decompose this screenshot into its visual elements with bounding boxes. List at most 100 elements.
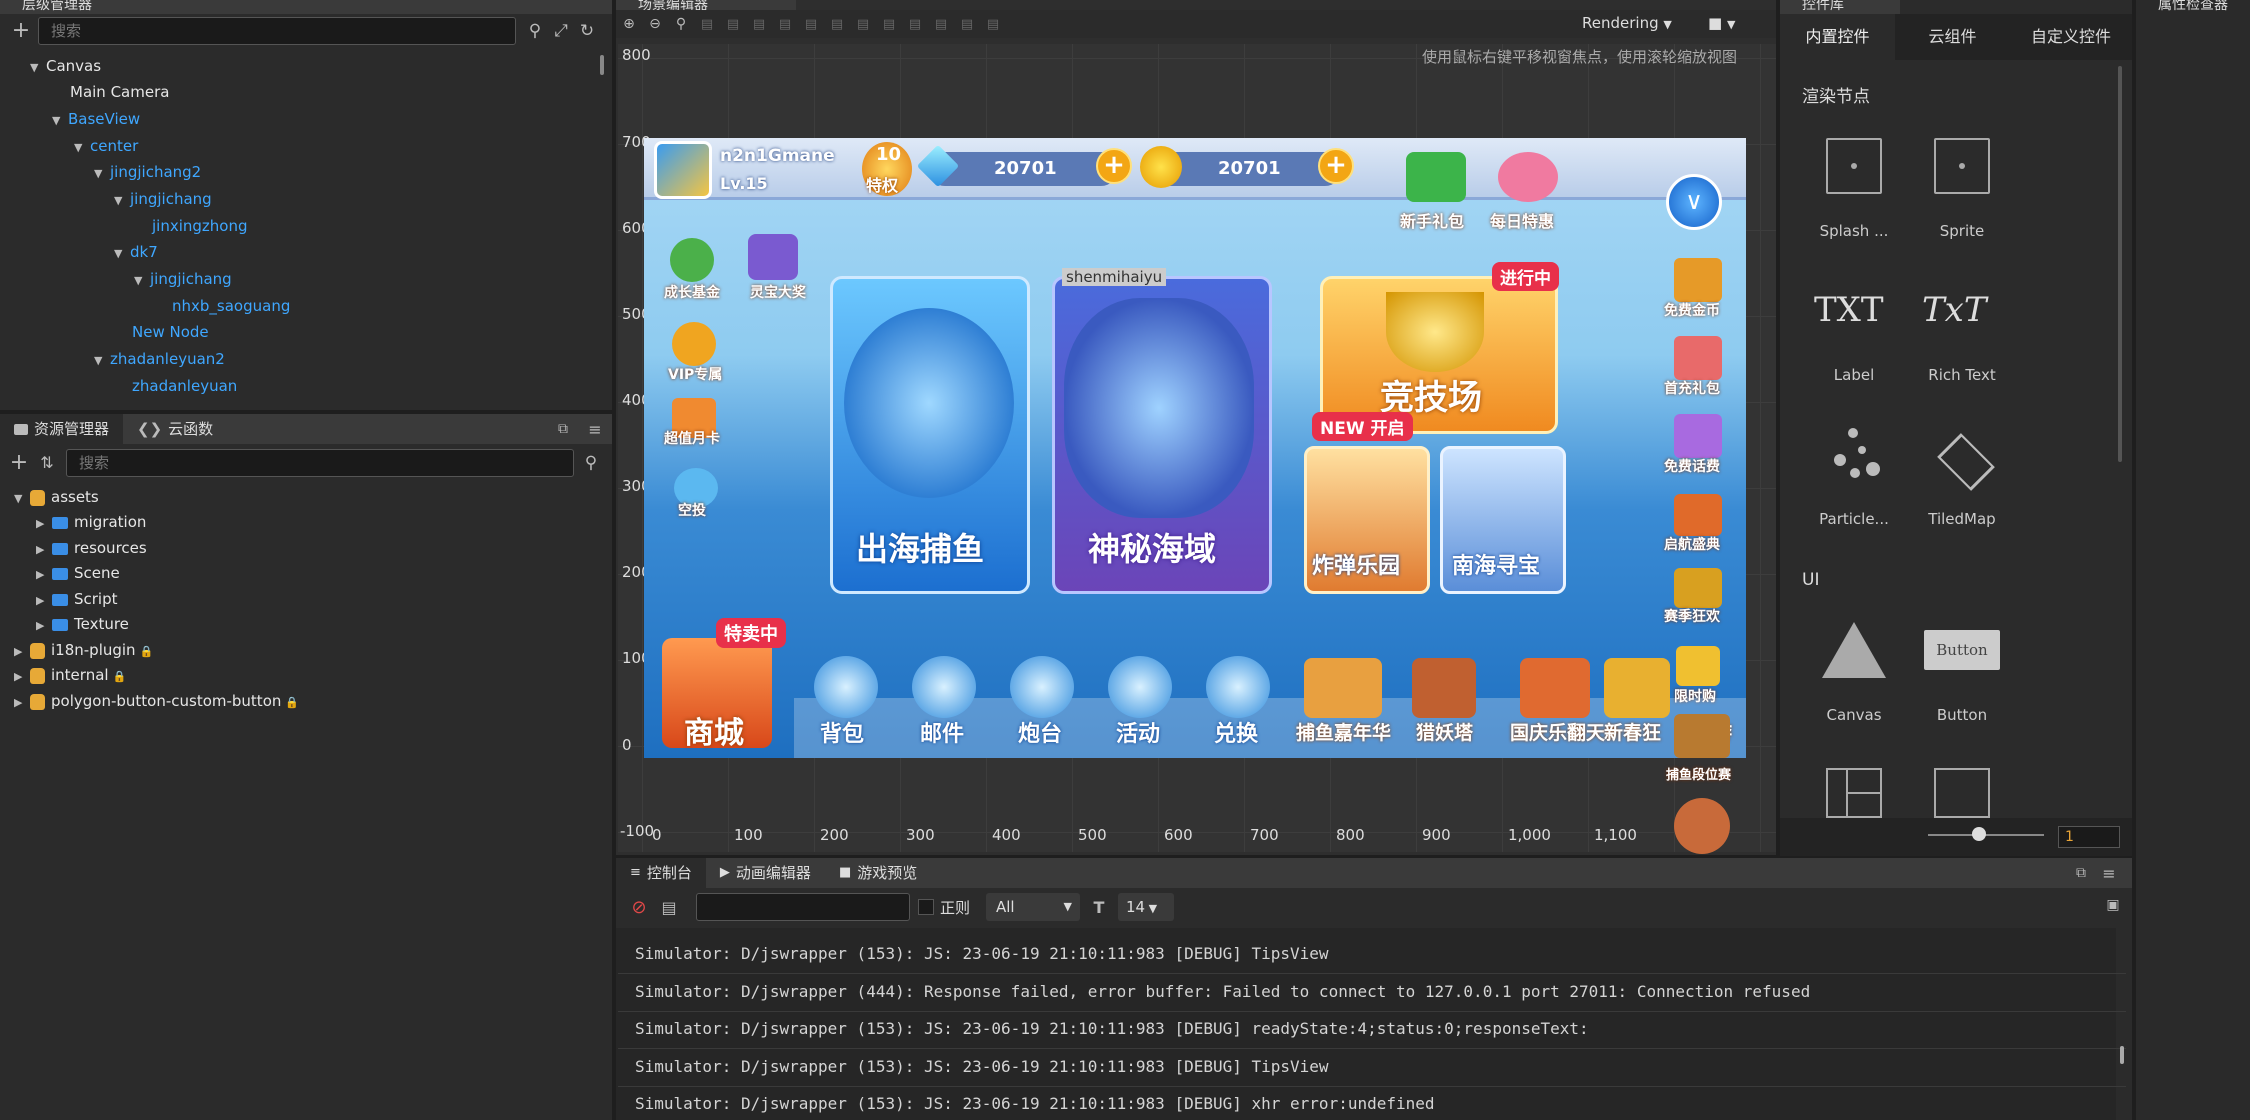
asset-item[interactable]: ▶ i18n-plugin 🔒 bbox=[14, 637, 153, 663]
tree-node[interactable]: ▼ BaseView bbox=[52, 106, 140, 132]
game-view[interactable]: n2n1Gmane Lv.15 10 特权 20701 + 20701 + 新手… bbox=[644, 138, 1746, 758]
bag-icon[interactable] bbox=[814, 656, 878, 718]
tree-node[interactable]: ▼ jingjichang bbox=[114, 186, 212, 212]
zoom-in-icon[interactable]: ⊕ bbox=[616, 11, 642, 37]
tiled-map-icon[interactable] bbox=[1937, 433, 1995, 491]
align-middle-icon[interactable]: ▤ bbox=[720, 11, 746, 37]
add-coin-icon[interactable]: + bbox=[1318, 148, 1354, 184]
console-filter-input[interactable] bbox=[696, 893, 910, 921]
canvas-icon[interactable] bbox=[1822, 622, 1886, 678]
particle-icon[interactable] bbox=[1828, 428, 1888, 484]
document-icon[interactable]: ▤ bbox=[656, 894, 682, 920]
add-asset-icon[interactable]: + bbox=[6, 449, 32, 475]
tab-cloud-functions[interactable]: ❮❯ 云函数 bbox=[123, 414, 227, 444]
tree-node[interactable]: ▼ center bbox=[74, 133, 138, 159]
align-right-icon[interactable]: ▤ bbox=[824, 11, 850, 37]
avatar[interactable] bbox=[654, 141, 712, 199]
add-node-icon[interactable]: + bbox=[8, 17, 34, 43]
tree-node[interactable]: ▼ zhadanleyuan2 bbox=[94, 346, 225, 372]
tree-node[interactable]: nhxb_saoguang bbox=[172, 293, 290, 319]
extra-event-icon[interactable] bbox=[1674, 798, 1730, 854]
daily-deal-icon[interactable] bbox=[1498, 152, 1558, 202]
popout-icon[interactable]: ⧉ bbox=[2068, 860, 2094, 886]
sprite-icon[interactable] bbox=[1934, 138, 1990, 194]
tree-node[interactable]: ▼ jingjichang2 bbox=[94, 159, 201, 185]
free-coins-icon[interactable] bbox=[1674, 258, 1722, 302]
tab-custom-controls[interactable]: 自定义控件 bbox=[2010, 14, 2132, 60]
align-bottom-icon[interactable]: ▤ bbox=[746, 11, 772, 37]
vip-exclusive-icon[interactable] bbox=[672, 322, 716, 366]
distribute-middle-icon[interactable]: ▤ bbox=[876, 11, 902, 37]
asset-item[interactable]: ▶ polygon-button-custom-button 🔒 bbox=[14, 688, 299, 714]
distribute-bottom-icon[interactable]: ▤ bbox=[902, 11, 928, 37]
asset-item[interactable]: ▶ Script bbox=[36, 586, 118, 612]
sort-icon[interactable]: ⇅ bbox=[34, 449, 60, 475]
log-level-select[interactable]: All ▼ bbox=[986, 893, 1080, 921]
cannon-icon[interactable] bbox=[1010, 656, 1074, 718]
activity-icon[interactable] bbox=[1108, 656, 1172, 718]
tree-node[interactable]: jinxingzhong bbox=[152, 213, 248, 239]
zoom-value-input[interactable]: 1 bbox=[2058, 826, 2120, 848]
camera-dropdown[interactable]: ■ ▼ bbox=[1708, 14, 1735, 32]
asset-item[interactable]: ▶ Scene bbox=[36, 560, 120, 586]
zoom-slider-thumb[interactable] bbox=[1972, 827, 1986, 841]
refresh-icon[interactable]: ↻ bbox=[574, 18, 600, 44]
tree-node[interactable]: zhadanleyuan bbox=[132, 373, 237, 399]
spring-festival-icon[interactable] bbox=[1604, 658, 1670, 718]
fishing-rank-icon[interactable] bbox=[1674, 714, 1730, 758]
tree-node[interactable]: Main Camera bbox=[70, 79, 169, 105]
add-diamond-icon[interactable]: + bbox=[1096, 148, 1132, 184]
tree-node[interactable]: ▼ jingjichang bbox=[134, 266, 232, 292]
rendering-dropdown[interactable]: Rendering ▼ bbox=[1582, 14, 1672, 32]
label-icon[interactable]: TXT bbox=[1814, 290, 1884, 330]
menu-icon[interactable]: ≡ bbox=[2096, 860, 2122, 886]
zoom-out-icon[interactable]: ⊖ bbox=[642, 11, 668, 37]
distribute-left-icon[interactable]: ▤ bbox=[928, 11, 954, 37]
regex-checkbox[interactable] bbox=[918, 899, 934, 915]
distribute-top-icon[interactable]: ▤ bbox=[850, 11, 876, 37]
hierarchy-scrollbar[interactable] bbox=[600, 55, 604, 75]
search-icon[interactable]: ⚲ bbox=[522, 18, 548, 44]
distribute-center-icon[interactable]: ▤ bbox=[954, 11, 980, 37]
treasure-icon[interactable] bbox=[748, 234, 798, 280]
limited-buy-icon[interactable] bbox=[1676, 646, 1720, 686]
demon-tower-icon[interactable] bbox=[1412, 658, 1476, 718]
launch-event-icon[interactable] bbox=[1674, 494, 1722, 536]
first-charge-icon[interactable] bbox=[1674, 336, 1722, 380]
asset-item[interactable]: ▶ internal 🔒 bbox=[14, 662, 126, 688]
clear-icon[interactable]: ⊘ bbox=[626, 894, 652, 920]
button-icon[interactable]: Button bbox=[1924, 630, 2000, 670]
tree-node[interactable]: ▼ Canvas bbox=[30, 53, 101, 79]
assets-search-input[interactable]: 搜索 bbox=[66, 449, 574, 477]
tab-animation-editor[interactable]: ▶ 动画编辑器 bbox=[706, 858, 825, 888]
widget-icon[interactable] bbox=[1934, 768, 1990, 818]
tab-cloud-components[interactable]: 云组件 bbox=[1895, 14, 2010, 60]
rich-text-icon[interactable]: TxT bbox=[1922, 290, 1987, 330]
exchange-icon[interactable] bbox=[1206, 656, 1270, 718]
align-top-icon[interactable]: ▤ bbox=[694, 11, 720, 37]
search-icon[interactable]: ⚲ bbox=[578, 450, 604, 476]
collapse-menu-icon[interactable]: ∨ bbox=[1666, 174, 1722, 230]
asset-item[interactable]: ▶ migration bbox=[36, 509, 146, 535]
tree-node[interactable]: New Node bbox=[132, 319, 209, 345]
tab-game-preview[interactable]: ■ 游戏预览 bbox=[825, 858, 931, 888]
tab-console[interactable]: ≡ 控制台 bbox=[616, 858, 706, 888]
free-credit-icon[interactable] bbox=[1674, 414, 1722, 458]
controls-scrollbar[interactable] bbox=[2118, 66, 2122, 462]
asset-item[interactable]: ▶ Texture bbox=[36, 611, 129, 637]
newbie-gift-icon[interactable] bbox=[1406, 152, 1466, 202]
menu-icon[interactable]: ≡ bbox=[582, 416, 608, 442]
layout-icon[interactable] bbox=[1826, 768, 1882, 818]
popout-icon[interactable]: ⧉ bbox=[550, 416, 576, 442]
national-day-icon[interactable] bbox=[1520, 658, 1590, 718]
align-center-icon[interactable]: ▤ bbox=[798, 11, 824, 37]
mail-icon[interactable] bbox=[912, 656, 976, 718]
console-scrollbar[interactable] bbox=[2120, 1046, 2124, 1064]
tab-assets[interactable]: 资源管理器 bbox=[0, 414, 124, 444]
zoom-slider[interactable] bbox=[1928, 834, 2044, 836]
asset-item[interactable]: ▶ resources bbox=[36, 535, 147, 561]
collapse-console-icon[interactable]: ▣ bbox=[2100, 892, 2126, 918]
tab-builtin-controls[interactable]: 内置控件 bbox=[1780, 14, 1895, 60]
zoom-reset-icon[interactable]: ⚲ bbox=[668, 11, 694, 37]
growth-fund-icon[interactable] bbox=[670, 238, 714, 282]
